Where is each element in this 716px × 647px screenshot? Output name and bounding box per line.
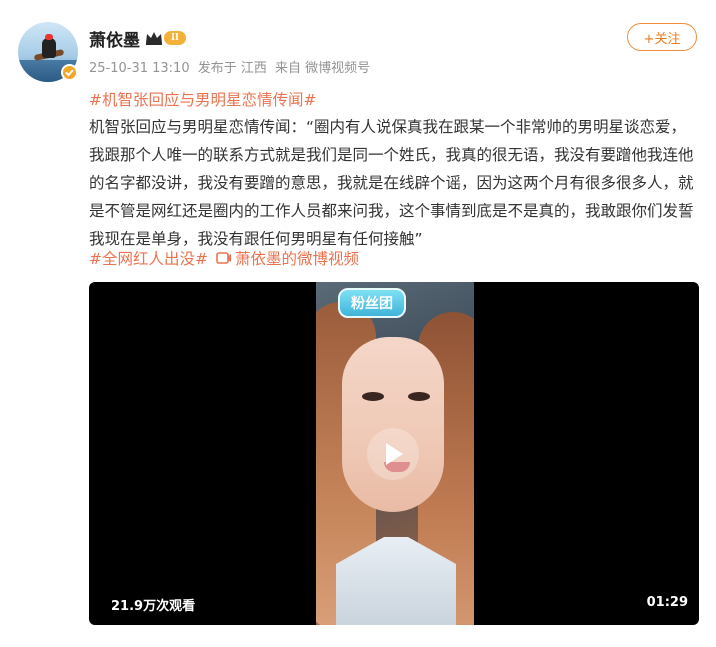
verified-icon (61, 64, 78, 81)
post-meta: 25-10-31 13:10 发布于 江西 来自 微博视频号 (89, 57, 374, 76)
follow-button[interactable]: +关注 (627, 23, 697, 51)
video-face (342, 337, 444, 512)
post-location: 发布于 江西 (197, 61, 267, 76)
topic-link[interactable]: #机智张回应与男明星恋情传闻# (89, 88, 316, 110)
video-eye-right (408, 392, 430, 401)
member-level: II (171, 32, 179, 43)
video-player[interactable]: 粉丝团 21.9万次观看 01:29 (89, 282, 699, 625)
video-duration: 01:29 (646, 595, 688, 610)
avatar-figure (42, 38, 56, 58)
avatar-bow (45, 34, 53, 40)
view-count: 21.9万次观看 (111, 599, 196, 614)
video-link[interactable]: 萧依墨的微博视频 (216, 247, 359, 269)
video-link-label: 萧依墨的微博视频 (234, 250, 359, 268)
video-eye-left (362, 392, 384, 401)
post-time[interactable]: 25-10-31 13:10 (89, 61, 190, 76)
play-button[interactable] (367, 428, 419, 480)
post-text: 机智张回应与男明星恋情传闻：“圈内有人说保真我在跟某一个非常帅的男明星谈恋爱，我… (89, 118, 694, 248)
username[interactable]: 萧依墨 (89, 26, 140, 51)
post-source[interactable]: 来自 微博视频号 (275, 61, 370, 76)
fans-club-badge: 粉丝团 (338, 288, 406, 318)
video-icon (216, 252, 231, 264)
tag-link[interactable]: #全网红人出没# (89, 247, 208, 269)
play-icon (386, 443, 403, 465)
post-tags: #全网红人出没# 萧依墨的微博视频 (89, 247, 359, 269)
crown-icon (146, 32, 162, 45)
